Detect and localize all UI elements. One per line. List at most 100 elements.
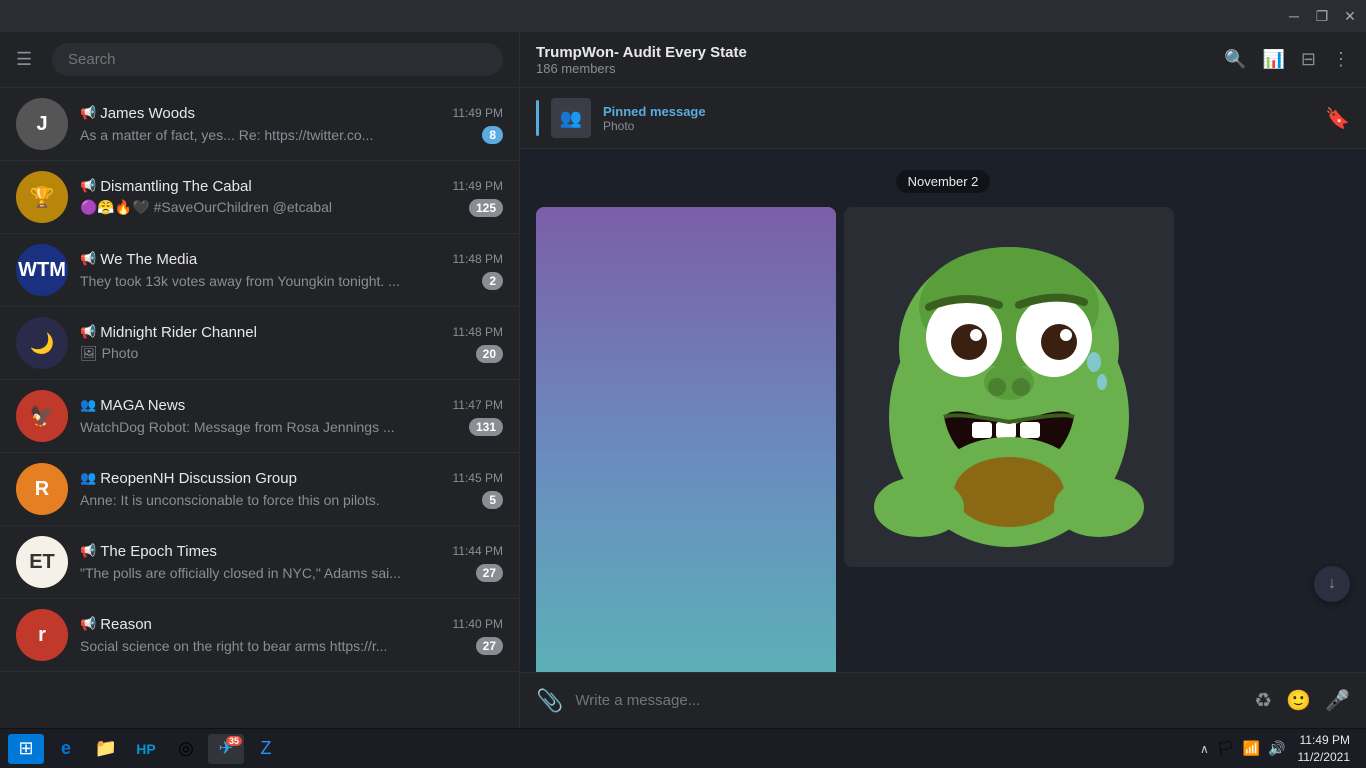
tray-expand-icon[interactable]: ∧: [1200, 742, 1209, 756]
badge-midnight-rider: 20: [476, 345, 503, 363]
chat-time-reason: 11:40 PM: [453, 617, 503, 631]
chat-item-dismantling-cabal[interactable]: 🏆 📢 Dismantling The Cabal 11:49 PM 🟣😤🔥🖤 …: [0, 161, 519, 234]
emoji-icon[interactable]: 🙂: [1286, 688, 1311, 713]
preview-text-maga-news: WatchDog Robot: Message from Rosa Jennin…: [80, 419, 463, 435]
chat-item-maga-news[interactable]: 🦅 👥 MAGA News 11:47 PM WatchDog Robot: M…: [0, 380, 519, 453]
clock-date: 11/2/2021: [1298, 749, 1351, 766]
attach-icon[interactable]: 📎: [536, 688, 563, 714]
network-icon[interactable]: 📶: [1243, 740, 1260, 757]
badge-we-the-media: 2: [482, 272, 503, 290]
taskbar-clock: 11:49 PM 11/2/2021: [1290, 732, 1359, 766]
chat-item-we-the-media[interactable]: WTM 📢 We The Media 11:48 PM They took 13…: [0, 234, 519, 307]
search-input[interactable]: [52, 43, 503, 76]
pinned-message-bar[interactable]: 👥 Pinned message Photo 🔖: [520, 88, 1366, 149]
chrome-icon: ◎: [178, 738, 194, 759]
layout-icon[interactable]: ⊟: [1301, 49, 1316, 70]
recycle-icon[interactable]: ♻: [1254, 688, 1272, 713]
chat-time-reopen-nh: 11:45 PM: [453, 471, 503, 485]
search-icon[interactable]: 🔍: [1224, 49, 1246, 70]
pinned-label: Pinned message: [603, 104, 1313, 119]
chat-info-reason: 📢 Reason 11:40 PM Social science on the …: [80, 616, 503, 655]
chat-name-james-woods: 📢 James Woods: [80, 105, 195, 122]
chat-name-reopen-nh: 👥 ReopenNH Discussion Group: [80, 470, 297, 487]
avatar-dismantling-cabal: 🏆: [16, 171, 68, 223]
avatar-reason: r: [16, 609, 68, 661]
scroll-down-button[interactable]: ↓: [1314, 566, 1350, 602]
edge-icon: e: [61, 738, 71, 759]
preview-text-dismantling-cabal: 🟣😤🔥🖤 #SaveOurChildren @etcabal: [80, 199, 463, 216]
chat-time-midnight-rider: 11:48 PM: [453, 325, 503, 339]
zoom-icon: Z: [261, 738, 272, 759]
chat-time-james-woods: 11:49 PM: [453, 106, 503, 120]
taskbar-telegram[interactable]: ✈ 35: [208, 734, 244, 764]
type-icon-reopen-nh: 👥: [80, 470, 96, 486]
chat-time-maga-news: 11:47 PM: [453, 398, 503, 412]
preview-text-epoch-times: "The polls are officially closed in NYC,…: [80, 565, 470, 581]
badge-epoch-times: 27: [476, 564, 503, 582]
chat-name-dismantling-cabal: 📢 Dismantling The Cabal: [80, 178, 252, 195]
message-with-images: [536, 207, 1350, 672]
chat-name-midnight-rider: 📢 Midnight Rider Channel: [80, 324, 257, 341]
chat-item-reopen-nh[interactable]: R 👥 ReopenNH Discussion Group 11:45 PM A…: [0, 453, 519, 526]
explorer-icon: 📁: [95, 738, 117, 759]
taskbar: ⊞ e 📁 HP ◎ ✈ 35 Z ∧ 🏳 📶 🔊 11:49 PM 11/2/…: [0, 728, 1366, 768]
microphone-icon[interactable]: 🎤: [1325, 688, 1350, 713]
badge-reason: 27: [476, 637, 503, 655]
chat-title: TrumpWon- Audit Every State: [536, 44, 1212, 61]
avatar-maga-news: 🦅: [16, 390, 68, 442]
avatar-epoch-times: ET: [16, 536, 68, 588]
volume-icon[interactable]: 🔊: [1268, 740, 1285, 757]
chat-name-epoch-times: 📢 The Epoch Times: [80, 543, 217, 560]
pin-bookmark-icon[interactable]: 🔖: [1325, 106, 1350, 131]
chat-messages-wrap: November 2: [520, 149, 1366, 672]
hamburger-icon[interactable]: ☰: [16, 49, 40, 70]
message-input[interactable]: [575, 692, 1242, 709]
chat-list: J 📢 James Woods 11:49 PM As a matter of …: [0, 88, 519, 728]
type-icon-dismantling-cabal: 📢: [80, 178, 96, 194]
menu-icon[interactable]: ⋮: [1332, 49, 1350, 70]
windows-icon: ⊞: [18, 738, 33, 759]
input-icons: ♻ 🙂 🎤: [1254, 688, 1350, 713]
chat-header: TrumpWon- Audit Every State 186 members …: [520, 32, 1366, 88]
chat-info-dismantling-cabal: 📢 Dismantling The Cabal 11:49 PM 🟣😤🔥🖤 #S…: [80, 178, 503, 217]
tray-flag-icon: 🏳: [1217, 740, 1235, 757]
chat-info-midnight-rider: 📢 Midnight Rider Channel 11:48 PM 🖼 Phot…: [80, 324, 503, 363]
clock-time: 11:49 PM: [1298, 732, 1351, 749]
preview-text-we-the-media: They took 13k votes away from Youngkin t…: [80, 273, 476, 289]
gradient-image: [536, 207, 836, 672]
chat-info-maga-news: 👥 MAGA News 11:47 PM WatchDog Robot: Mes…: [80, 397, 503, 436]
chat-info-we-the-media: 📢 We The Media 11:48 PM They took 13k vo…: [80, 251, 503, 290]
start-button[interactable]: ⊞: [8, 734, 44, 764]
taskbar-chrome[interactable]: ◎: [168, 734, 204, 764]
chat-name-maga-news: 👥 MAGA News: [80, 397, 185, 414]
poll-icon[interactable]: 📊: [1262, 49, 1284, 70]
close-button[interactable]: ✕: [1342, 8, 1358, 24]
date-badge: November 2: [536, 173, 1350, 191]
avatar-midnight-rider: 🌙: [16, 317, 68, 369]
taskbar-explorer[interactable]: 📁: [88, 734, 124, 764]
titlebar: ─ ❐ ✕: [0, 0, 1366, 32]
maximize-button[interactable]: ❐: [1314, 8, 1330, 24]
type-icon-maga-news: 👥: [80, 397, 96, 413]
chat-item-james-woods[interactable]: J 📢 James Woods 11:49 PM As a matter of …: [0, 88, 519, 161]
preview-text-reason: Social science on the right to bear arms…: [80, 638, 470, 654]
hp-icon: HP: [136, 741, 155, 757]
taskbar-hp[interactable]: HP: [128, 734, 164, 764]
preview-text-james-woods: As a matter of fact, yes... Re: https://…: [80, 127, 476, 143]
chat-item-epoch-times[interactable]: ET 📢 The Epoch Times 11:44 PM "The polls…: [0, 526, 519, 599]
preview-text-reopen-nh: Anne: It is unconscionable to force this…: [80, 492, 476, 508]
chat-time-epoch-times: 11:44 PM: [453, 544, 503, 558]
avatar-reopen-nh: R: [16, 463, 68, 515]
main-container: ☰ J 📢 James Woods 11:49 PM As a matter o…: [0, 32, 1366, 728]
chat-info-reopen-nh: 👥 ReopenNH Discussion Group 11:45 PM Ann…: [80, 470, 503, 509]
chat-item-midnight-rider[interactable]: 🌙 📢 Midnight Rider Channel 11:48 PM 🖼 Ph…: [0, 307, 519, 380]
chat-header-info: TrumpWon- Audit Every State 186 members: [536, 44, 1212, 76]
pepe-image: [844, 207, 1174, 567]
sidebar: ☰ J 📢 James Woods 11:49 PM As a matter o…: [0, 32, 520, 728]
taskbar-edge[interactable]: e: [48, 734, 84, 764]
type-icon-reason: 📢: [80, 616, 96, 632]
chat-item-reason[interactable]: r 📢 Reason 11:40 PM Social science on th…: [0, 599, 519, 672]
chat-panel: TrumpWon- Audit Every State 186 members …: [520, 32, 1366, 728]
taskbar-zoom[interactable]: Z: [248, 734, 284, 764]
minimize-button[interactable]: ─: [1286, 8, 1302, 24]
